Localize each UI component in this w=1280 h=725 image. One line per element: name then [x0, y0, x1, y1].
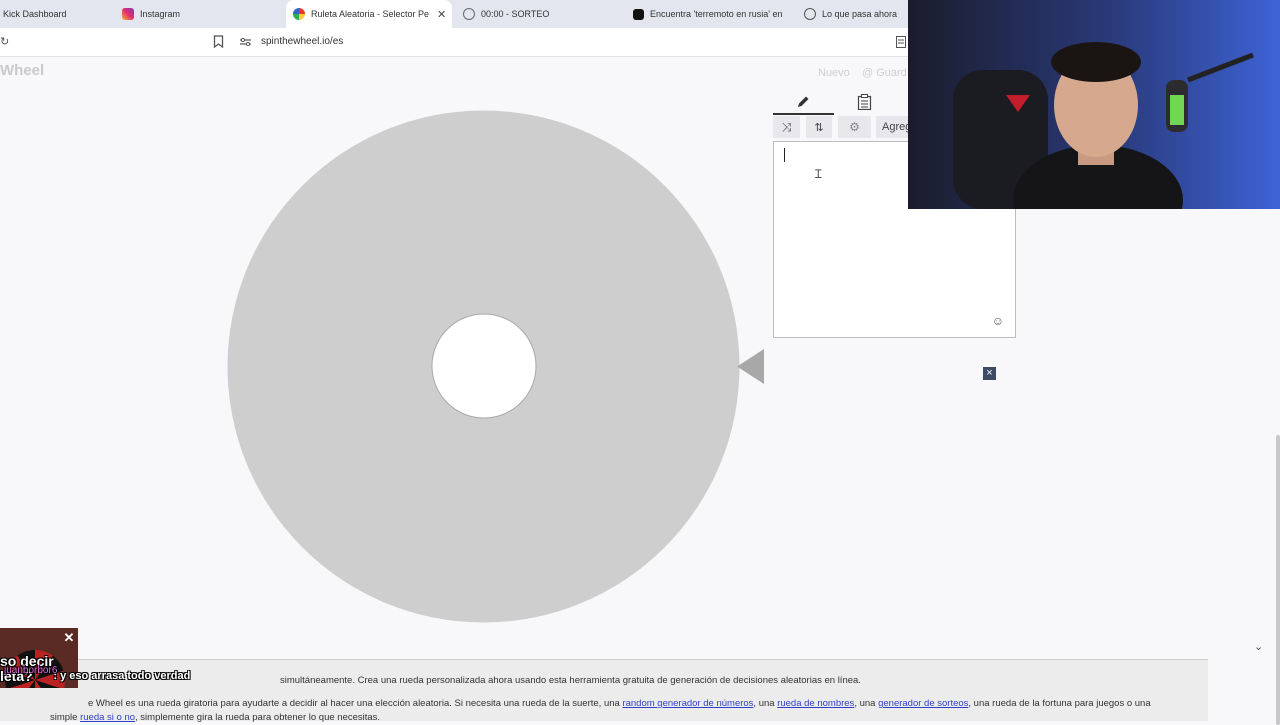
tab-tiktok[interactable]: Encuentra 'terremoto en rusia' en Ti: [633, 0, 785, 28]
spin-wheel[interactable]: [227, 109, 740, 624]
shuffle-icon: ⤨: [781, 119, 792, 134]
reader-mode-icon[interactable]: [896, 36, 906, 48]
gear-icon: ⚙: [849, 120, 860, 134]
globe-icon: [804, 8, 816, 20]
tab-ruleta-aleatoria[interactable]: Ruleta Aleatoria - Selector Perso ✕: [286, 0, 452, 28]
tab-lo-que-pasa[interactable]: Lo que pasa ahora: [804, 0, 904, 28]
tab-title: 00:00 - SORTEO: [481, 9, 550, 19]
wheel-favicon-icon: [293, 8, 305, 20]
url-field[interactable]: spinthewheel.io/es: [261, 36, 343, 47]
site-logo[interactable]: Wheel: [0, 62, 44, 79]
wheel-pointer: [737, 349, 764, 384]
chevron-down-icon[interactable]: ⌄: [1254, 640, 1263, 653]
link-name-wheel[interactable]: rueda de nombres: [777, 698, 854, 709]
emoji-icon[interactable]: ☺: [992, 314, 1004, 328]
tab-title: Lo que pasa ahora: [822, 9, 898, 19]
tab-title: Encuentra 'terremoto en rusia' en Ti: [650, 9, 785, 19]
mic-light: [1170, 95, 1184, 125]
text-caret: [784, 148, 785, 162]
reload-icon[interactable]: ↻: [0, 35, 9, 48]
info-banner: simultáneamente. Crea una rueda personal…: [0, 659, 1208, 723]
link-raffle-generator[interactable]: generador de sorteos: [878, 698, 968, 709]
settings-button[interactable]: ⚙: [838, 116, 871, 138]
tab-title: Instagram: [140, 9, 181, 19]
tab-title: Ruleta Aleatoria - Selector Perso: [311, 9, 429, 19]
info-line-1: e Wheel es una rueda giratoria para ayud…: [88, 698, 1151, 709]
site-settings-icon[interactable]: [240, 37, 251, 47]
tab-sorteo[interactable]: 00:00 - SORTEO: [463, 0, 623, 28]
chat-message-line: juanborbor6: y eso arrasa todo verdad: [0, 665, 191, 682]
chat-message-text: : y eso arrasa todo verdad: [53, 670, 191, 682]
nav-new[interactable]: Nuevo: [818, 67, 850, 79]
webcam-overlay: [908, 0, 1280, 209]
link-random-number-generator[interactable]: random generador de números: [622, 698, 753, 709]
shuffle-button[interactable]: ⤨: [773, 116, 800, 138]
info-line-2: simple rueda si o no, simplemente gira l…: [50, 712, 381, 723]
ibeam-cursor-icon: Ɪ: [815, 167, 822, 181]
sort-button[interactable]: ⇅: [806, 116, 832, 138]
close-icon: ✕: [63, 630, 75, 645]
instagram-icon: [122, 8, 134, 20]
add-button-label: Agreg: [882, 121, 912, 133]
active-tab-underline: [773, 113, 834, 115]
tiktok-icon: [633, 8, 644, 20]
streamer-hair: [1051, 42, 1141, 82]
tab-kick-dashboard[interactable]: Kick Dashboard: [3, 0, 103, 28]
close-tab-icon[interactable]: ✕: [437, 8, 446, 21]
tab-title: Kick Dashboard: [3, 9, 67, 19]
sort-icon: ⇅: [814, 121, 824, 134]
page-scrollbar[interactable]: [1276, 435, 1280, 725]
bookmark-icon[interactable]: [213, 35, 224, 48]
info-line-0: simultáneamente. Crea una rueda personal…: [280, 675, 861, 686]
ad-close-button[interactable]: ×: [983, 367, 996, 380]
wheel-center-hub: [431, 313, 537, 419]
check-circle-icon: [463, 8, 475, 20]
chat-username: juanborbor6: [4, 665, 58, 676]
tab-edit-pencil-icon[interactable]: [796, 95, 810, 109]
nav-save[interactable]: @ Guard: [862, 67, 907, 79]
tab-results-clipboard-icon[interactable]: [857, 94, 872, 110]
tab-instagram[interactable]: Instagram: [122, 0, 282, 28]
link-yes-no-wheel[interactable]: rueda si o no: [80, 712, 135, 723]
